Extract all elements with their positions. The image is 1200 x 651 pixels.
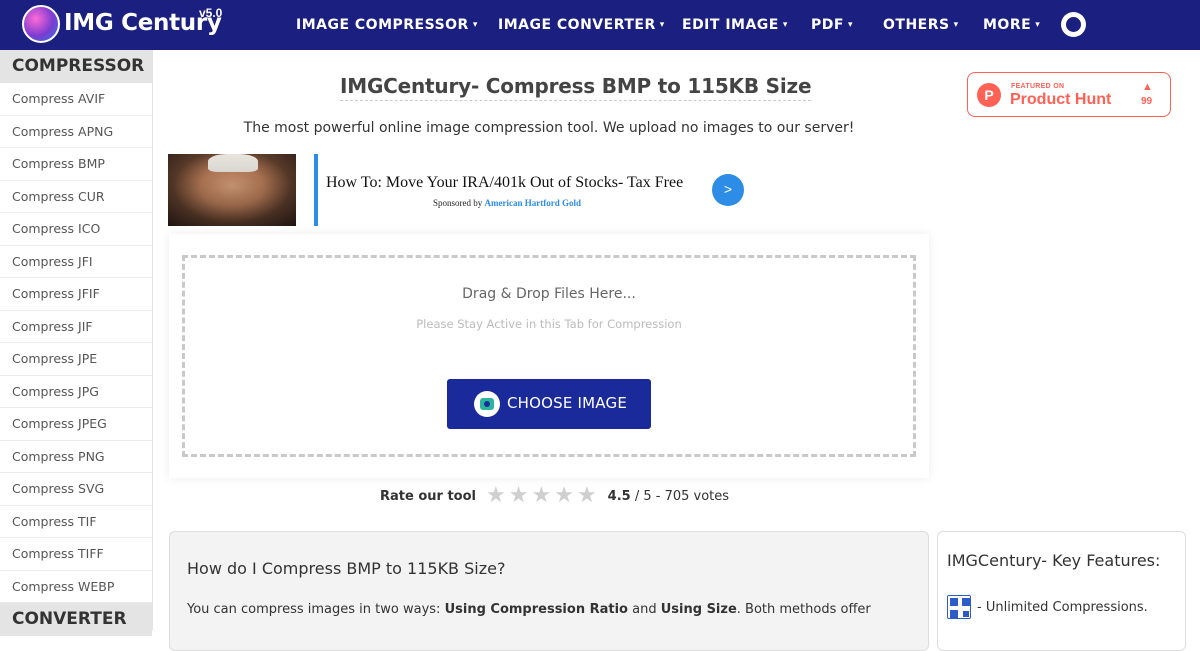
nav-more[interactable]: MORE ▾ [983,0,1040,50]
nav-image-compressor[interactable]: IMAGE COMPRESSOR ▾ [296,0,478,50]
faq-text-end: . Both methods offer [736,602,871,617]
rating-widget: Rate our tool ★ ★ ★ ★ ★ 4.5 / 5 - 705 votes [380,483,729,508]
theme-toggle-icon[interactable] [1061,12,1086,37]
page-subtitle: The most powerful online image compressi… [243,120,855,136]
page-title: IMGCentury- Compress BMP to 115KB Size [340,74,812,101]
nav-image-converter[interactable]: IMAGE CONVERTER ▾ [498,0,665,50]
faq-card: How do I Compress BMP to 115KB Size? You… [169,531,929,651]
chevron-down-icon: ▾ [782,20,788,30]
top-navbar: IMG Century v5.0 IMAGE COMPRESSOR ▾ IMAGE… [0,0,1200,50]
sidebar-item[interactable]: Compress PNG [0,441,152,473]
feature-item: - Unlimited Compressions. [947,595,1148,619]
chevron-down-icon: ▾ [472,20,478,30]
key-features-card: IMGCentury- Key Features: - Unlimited Co… [937,531,1186,651]
faq-joiner: and [632,602,657,617]
choose-image-label: CHOOSE IMAGE [507,394,627,412]
chevron-down-icon: ▾ [847,20,853,30]
rating-label: Rate our tool [380,488,476,504]
nav-label: MORE [983,17,1032,33]
choose-image-button[interactable]: CHOOSE IMAGE [447,379,651,429]
stay-active-note: Please Stay Active in this Tab for Compr… [416,317,682,331]
rating-votes: / 5 - 705 votes [634,488,730,504]
ad-headline[interactable]: How To: Move Your IRA/401k Out of Stocks… [326,174,683,192]
star-icon[interactable]: ★ [531,483,551,508]
product-hunt-name: Product Hunt [1010,91,1112,108]
ad-sponsor-name[interactable]: American Hartford Gold [485,198,581,208]
upvote-arrow-icon: ▲ [1142,81,1153,93]
sidebar-item[interactable]: Compress JIF [0,311,152,343]
sidebar-item[interactable]: Compress WEBP [0,571,152,603]
camera-icon [474,391,500,417]
sidebar-item[interactable]: Compress BMP [0,148,152,181]
brand-name[interactable]: IMG Century [64,10,222,36]
star-icon[interactable]: ★ [577,483,597,508]
sidebar-item[interactable]: Compress JPEG [0,408,152,441]
ad-accent-bar [314,154,318,226]
sidebar-item[interactable]: Compress JFIF [0,278,152,311]
faq-body: You can compress images in two ways: Usi… [187,602,871,617]
star-icon[interactable]: ★ [509,483,529,508]
sidebar-section-compressor: COMPRESSOR [0,50,152,83]
sidebar-item[interactable]: Compress ICO [0,213,152,246]
chevron-down-icon: ▾ [1035,20,1041,30]
nav-label: OTHERS [883,17,950,33]
ad-sponsor-line: Sponsored by American Hartford Gold [433,198,581,208]
sidebar-item[interactable]: Compress JFI [0,246,152,278]
upvote-count: 99 [1141,96,1153,107]
rating-stars: ★ ★ ★ ★ ★ [486,483,600,508]
rating-score: 4.5 [607,488,631,504]
faq-method-size: Using Size [660,602,737,617]
sidebar-item[interactable]: Compress TIFF [0,538,152,571]
nav-label: IMAGE COMPRESSOR [296,17,469,33]
nav-label: EDIT IMAGE [682,17,779,33]
brand-logo-icon[interactable] [22,5,60,43]
ad-photo[interactable] [168,154,296,226]
sidebar-item[interactable]: Compress JPG [0,376,152,408]
ad-arrow-button[interactable]: > [712,174,744,206]
sidebar-item[interactable]: Compress CUR [0,181,152,213]
nav-edit-image[interactable]: EDIT IMAGE ▾ [682,0,788,50]
chevron-down-icon: ▾ [659,20,665,30]
sidebar-item[interactable]: Compress AVIF [0,83,152,116]
sidebar-list: Compress AVIF Compress APNG Compress BMP Co… [0,83,152,603]
faq-title: How do I Compress BMP to 115KB Size? [187,559,506,578]
product-hunt-logo-icon: P [977,83,1001,107]
chevron-down-icon: ▾ [953,20,959,30]
sidebar-item[interactable]: Compress APNG [0,116,152,148]
nav-pdf[interactable]: PDF ▾ [811,0,853,50]
qr-code-icon [947,595,971,619]
file-dropzone[interactable]: Drag & Drop Files Here... Please Stay Ac… [182,255,916,457]
star-icon[interactable]: ★ [486,483,506,508]
faq-method-ratio: Using Compression Ratio [444,602,628,617]
sidebar-item[interactable]: Compress SVG [0,473,152,506]
features-title: IMGCentury- Key Features: [947,551,1161,570]
drop-instructions: Drag & Drop Files Here... [462,286,636,302]
feature-text: - Unlimited Compressions. [977,599,1148,615]
nav-label: PDF [811,17,844,33]
sidebar: COMPRESSOR Compress AVIF Compress APNG Com… [0,50,153,636]
sidebar-item[interactable]: Compress TIF [0,506,152,538]
upload-card: Drag & Drop Files Here... Please Stay Ac… [169,234,929,478]
ad-sponsored-prefix: Sponsored by [433,198,483,208]
sidebar-item[interactable]: Compress JPE [0,343,152,376]
version-badge: v5.0 [199,6,223,20]
rating-score-line: 4.5 / 5 - 705 votes [608,489,729,504]
nav-label: IMAGE CONVERTER [498,17,656,33]
star-icon[interactable]: ★ [554,483,574,508]
faq-text-start: You can compress images in two ways: [187,602,441,617]
product-hunt-badge[interactable]: P FEATURED ON Product Hunt ▲ 99 [967,72,1171,117]
nav-others[interactable]: OTHERS ▾ [883,0,959,50]
sponsored-ad[interactable]: How To: Move Your IRA/401k Out of Stocks… [168,154,748,226]
sidebar-section-converter[interactable]: CONVERTER [0,603,152,636]
product-hunt-featured-label: FEATURED ON [1011,83,1065,90]
